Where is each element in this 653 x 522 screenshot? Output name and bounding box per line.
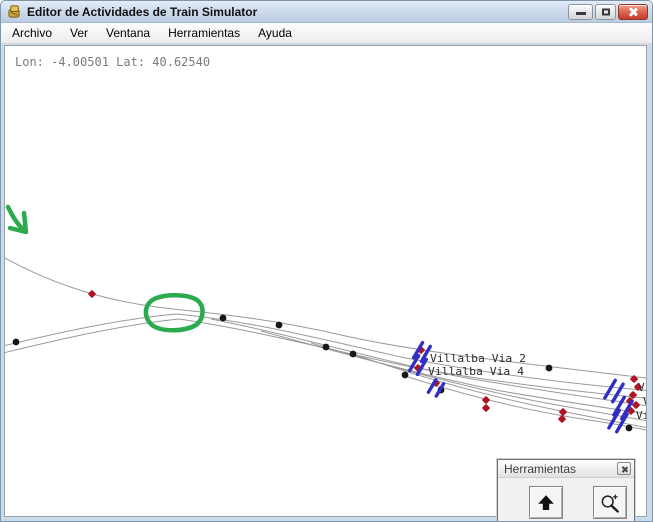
marker-layer [13, 290, 643, 432]
up-arrow-icon [534, 491, 558, 515]
menu-herramientas[interactable]: Herramientas [159, 24, 249, 42]
minimize-button[interactable] [568, 4, 593, 20]
waypoint-dot[interactable] [626, 425, 633, 432]
palette-close-button[interactable] [617, 462, 631, 475]
waypoint-dot[interactable] [13, 339, 20, 346]
menu-bar: Archivo Ver Ventana Herramientas Ayuda [1, 23, 653, 44]
maximize-icon [602, 8, 610, 15]
annotation-circle-icon [146, 295, 203, 330]
app-window: Editor de Actividades de Train Simulator… [0, 0, 653, 522]
signal-marker-bar[interactable] [428, 380, 435, 392]
menu-ventana[interactable]: Ventana [97, 24, 159, 42]
track-line [5, 314, 646, 391]
waypoint-dot[interactable] [323, 344, 330, 351]
zoom-in-icon [597, 490, 623, 516]
red-marker-dot[interactable] [88, 290, 96, 298]
track-line [5, 319, 646, 399]
track-label: Villalba Via 2 [430, 352, 526, 365]
minimize-icon [576, 12, 586, 15]
track-map-canvas[interactable]: Lon: -4.00501 Lat: 40.62540 Vil [4, 45, 647, 517]
waypoint-dot[interactable] [350, 351, 357, 358]
close-icon [627, 6, 639, 18]
red-marker-dot[interactable] [482, 396, 490, 404]
maximize-button[interactable] [595, 4, 616, 20]
app-icon [7, 4, 22, 19]
menu-archivo[interactable]: Archivo [3, 24, 61, 42]
menu-ayuda[interactable]: Ayuda [249, 24, 301, 42]
waypoint-dot[interactable] [276, 322, 283, 329]
track-line [5, 257, 646, 379]
menu-ver[interactable]: Ver [61, 24, 97, 42]
window-title: Editor de Actividades de Train Simulator [27, 5, 568, 19]
tools-palette-titlebar[interactable]: Herramientas [498, 460, 634, 478]
title-bar[interactable]: Editor de Actividades de Train Simulator [1, 1, 653, 23]
place-tool-button[interactable] [529, 486, 563, 519]
red-marker-dot[interactable] [482, 404, 490, 412]
waypoint-dot[interactable] [402, 372, 409, 379]
tools-palette[interactable]: Herramientas [497, 459, 635, 522]
track-label: Villalba Via 4 [428, 365, 524, 378]
track-map-svg[interactable]: Villalba Via 2Villalba Via 4VVVi [5, 46, 646, 516]
annotation-group [8, 207, 203, 330]
track-label: Vi [636, 409, 646, 422]
zoom-tool-button[interactable] [593, 486, 627, 519]
track-label: V [638, 381, 645, 394]
track-label: V [643, 395, 646, 408]
tools-palette-title: Herramientas [504, 462, 617, 476]
waypoint-dot[interactable] [546, 365, 553, 372]
tools-palette-body [498, 478, 634, 519]
waypoint-dot[interactable] [220, 315, 227, 322]
close-button[interactable] [618, 4, 648, 20]
